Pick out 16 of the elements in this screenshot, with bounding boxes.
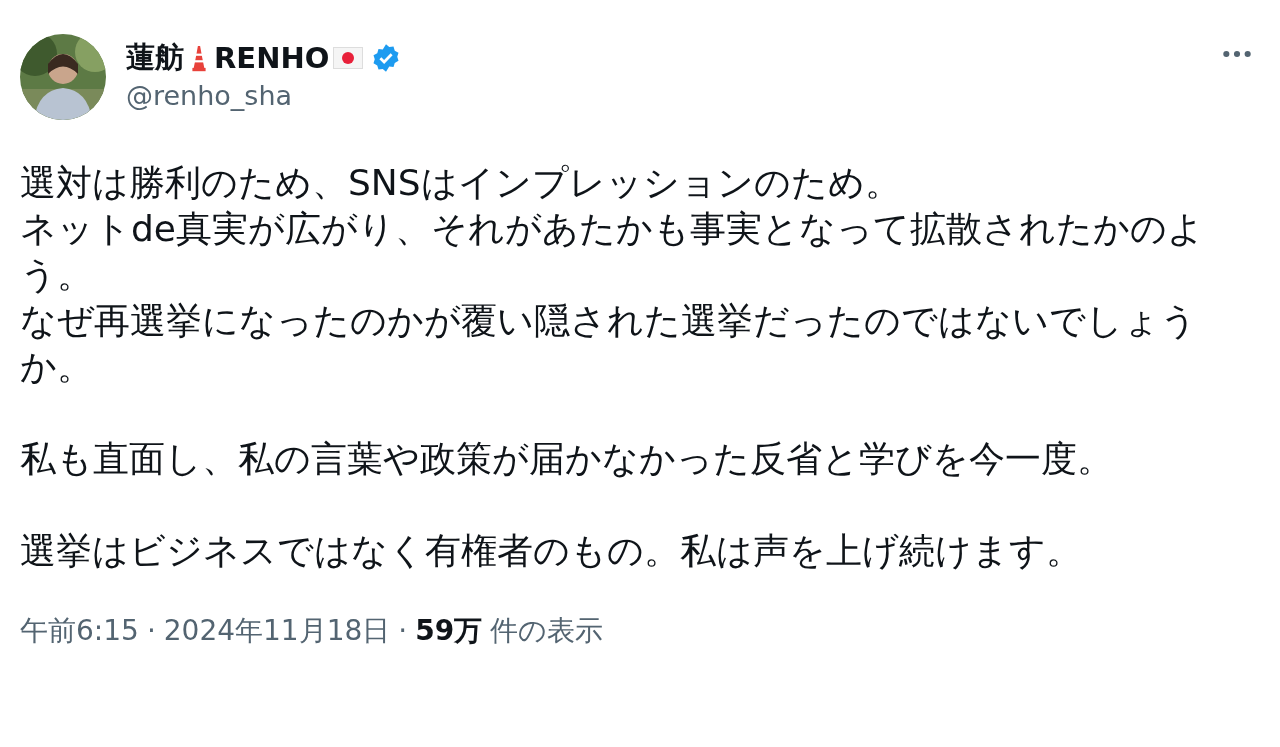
view-count: 59万 (415, 613, 483, 649)
tweet-text: ネットde真実が広がり、それがあたかも事実となって拡散されたかのよう。 (20, 207, 1205, 297)
user-handle[interactable]: @renho_sha (126, 80, 1218, 111)
more-icon (1222, 50, 1252, 58)
tweet-text: 私も直面し、私の言葉や政策が届かなかった反省と学びを今一度。 (20, 437, 1114, 481)
flag-icon (333, 47, 364, 69)
user-name[interactable]: 蓮舫 (126, 38, 184, 78)
tweet-text: 選対は勝利のため、SNSはインプレッションのため。 (20, 161, 902, 205)
tweet-text: なぜ再選挙になったのかが覆い隠された選挙だったのではないでしょうか。 (20, 299, 1198, 389)
post-time[interactable]: 午前6:15 (20, 612, 139, 650)
post-date[interactable]: 2024年11月18日 (163, 612, 391, 650)
separator: · (398, 614, 408, 647)
user-name[interactable]: RENHO (214, 41, 330, 75)
separator: · (146, 614, 156, 647)
view-label: 件の表示 (490, 613, 604, 649)
tweet-text: 選挙はビジネスではなく有権者のもの。私は声を上げ続けます。 (20, 529, 1083, 573)
